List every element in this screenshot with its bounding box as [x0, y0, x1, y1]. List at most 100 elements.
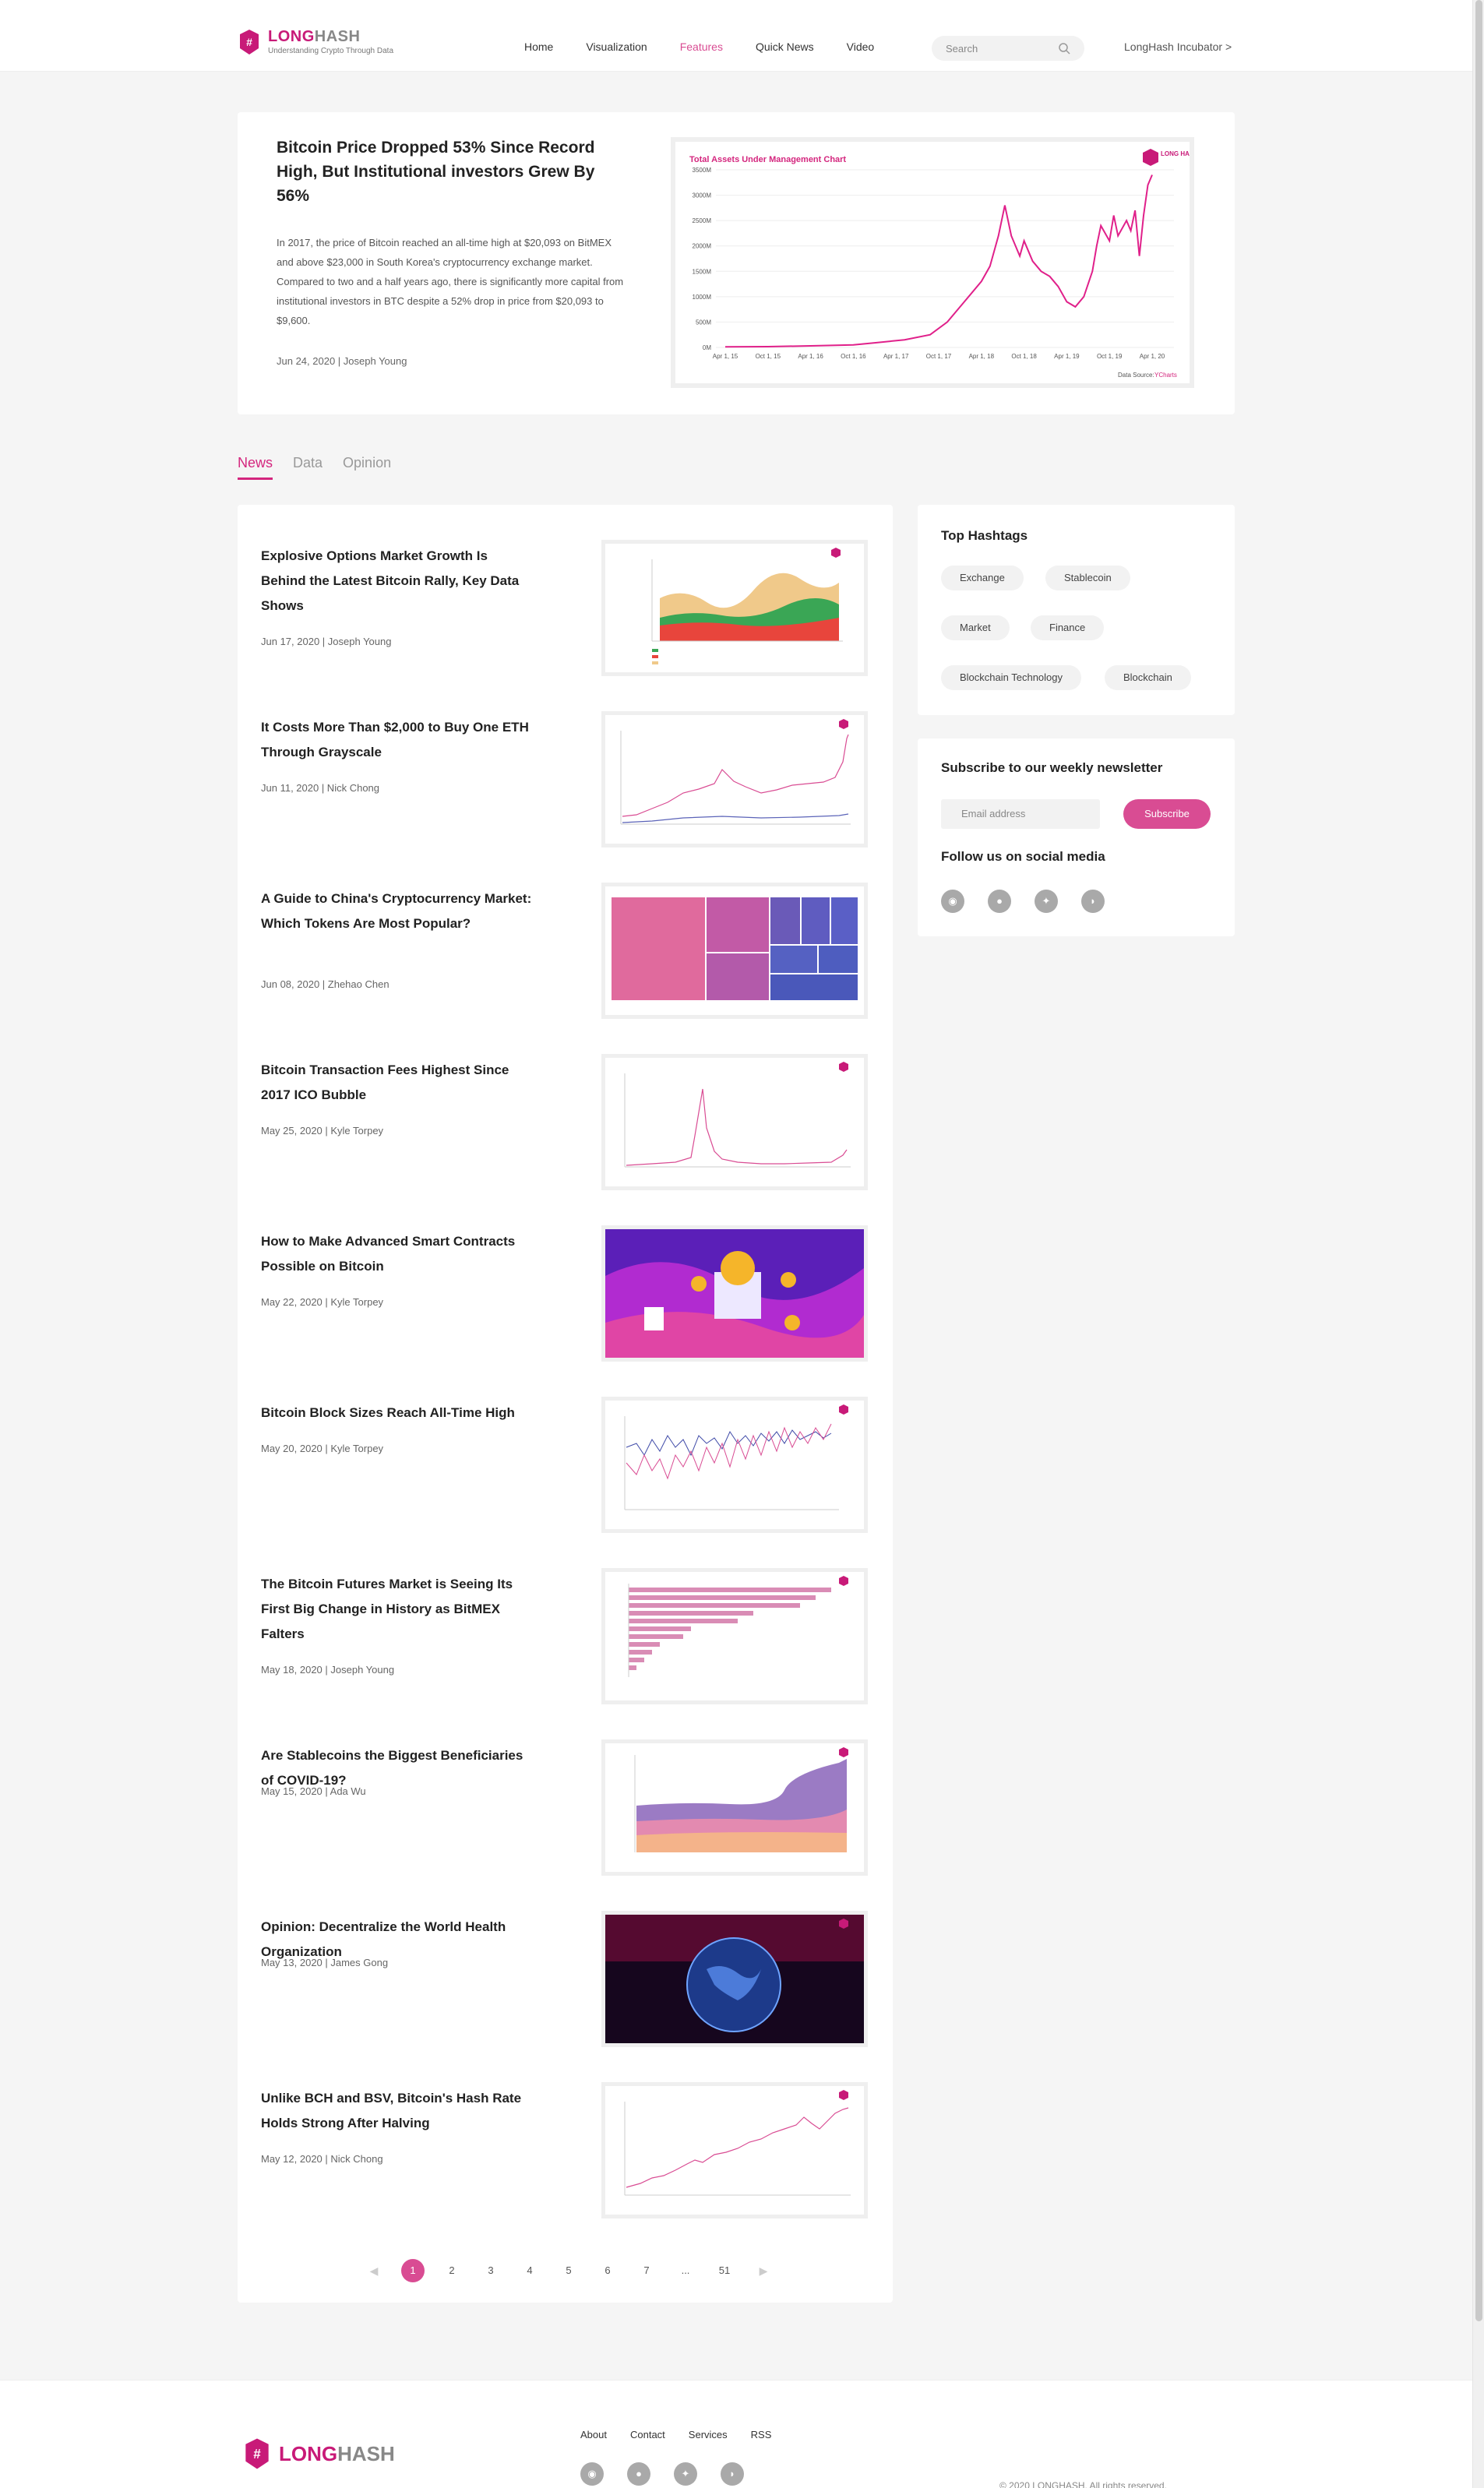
- article-meta: May 13, 2020 | James Gong: [261, 1957, 389, 1968]
- article-thumbnail[interactable]: [601, 1739, 868, 1876]
- article-thumbnail[interactable]: [601, 1911, 868, 2047]
- footer-rss[interactable]: RSS: [751, 2429, 772, 2440]
- nav-features[interactable]: Features: [680, 41, 723, 53]
- article-thumbnail[interactable]: [601, 1225, 868, 1362]
- featured-chart-image[interactable]: Total Assets Under Management Chart LONG…: [671, 137, 1198, 388]
- list-item[interactable]: Explosive Options Market Growth Is Behin…: [261, 505, 876, 676]
- hashtag-blockchain-technology[interactable]: Blockchain Technology: [941, 665, 1082, 690]
- y-tick-label: 1500M: [693, 268, 712, 275]
- page-2[interactable]: 2: [440, 2259, 464, 2282]
- list-item[interactable]: It Costs More Than $2,000 to Buy One ETH…: [261, 676, 876, 848]
- content-tabs: News Data Opinion: [238, 455, 411, 480]
- list-item[interactable]: How to Make Advanced Smart Contracts Pos…: [261, 1190, 876, 1362]
- rss-icon[interactable]: ◗: [1081, 890, 1105, 913]
- subscribe-button[interactable]: Subscribe: [1123, 799, 1211, 829]
- article-title[interactable]: Bitcoin Transaction Fees Highest Since 2…: [261, 1058, 534, 1108]
- hashtag-stablecoin[interactable]: Stablecoin: [1045, 566, 1130, 590]
- page-1[interactable]: 1: [401, 2259, 425, 2282]
- weibo-icon[interactable]: ◉: [941, 890, 964, 913]
- x-tick-label: Apr 1, 18: [969, 353, 995, 360]
- wechat-icon[interactable]: ●: [627, 2462, 650, 2486]
- tab-data[interactable]: Data: [293, 455, 323, 480]
- list-item[interactable]: A Guide to China's Cryptocurrency Market…: [261, 848, 876, 1019]
- list-item[interactable]: Bitcoin Transaction Fees Highest Since 2…: [261, 1019, 876, 1190]
- weibo-icon[interactable]: ◉: [580, 2462, 604, 2486]
- page-ellipsis: ...: [681, 2264, 690, 2276]
- eth-grayscale-chart: [620, 719, 851, 825]
- article-title[interactable]: It Costs More Than $2,000 to Buy One ETH…: [261, 715, 534, 765]
- rss-icon[interactable]: ◗: [721, 2462, 744, 2486]
- scrollbar-thumb[interactable]: [1475, 0, 1482, 2321]
- email-field[interactable]: Email address: [941, 799, 1100, 829]
- footer-about[interactable]: About: [580, 2429, 607, 2440]
- block-size-chart: [624, 1404, 848, 1510]
- x-tick-label: Oct 1, 16: [841, 353, 866, 360]
- article-thumbnail[interactable]: [601, 1054, 868, 1190]
- list-item[interactable]: Are Stablecoins the Biggest Beneficiarie…: [261, 1704, 876, 1876]
- article-thumbnail[interactable]: [601, 883, 868, 1019]
- article-meta: May 15, 2020 | Ada Wu: [261, 1785, 366, 1797]
- logo-text-long: LONG: [268, 28, 315, 45]
- nav-video[interactable]: Video: [847, 41, 875, 53]
- incubator-link[interactable]: LongHash Incubator >: [1124, 41, 1232, 53]
- stablecoin-area-chart: [634, 1747, 848, 1852]
- footer-logo-icon: #: [245, 2438, 269, 2469]
- article-title[interactable]: The Bitcoin Futures Market is Seeing Its…: [261, 1572, 534, 1647]
- page-6[interactable]: 6: [596, 2259, 619, 2282]
- hashtag-exchange[interactable]: Exchange: [941, 566, 1024, 590]
- x-tick-label: Oct 1, 15: [756, 353, 781, 360]
- article-meta: Jun 11, 2020 | Nick Chong: [261, 782, 380, 794]
- article-title[interactable]: A Guide to China's Cryptocurrency Market…: [261, 886, 534, 936]
- prev-page-icon[interactable]: ◀: [362, 2259, 386, 2282]
- twitter-icon[interactable]: ✦: [1035, 890, 1058, 913]
- list-item[interactable]: The Bitcoin Futures Market is Seeing Its…: [261, 1533, 876, 1704]
- nav-home[interactable]: Home: [524, 41, 553, 53]
- nav-visualization[interactable]: Visualization: [586, 41, 647, 53]
- x-tick-label: Oct 1, 18: [1011, 353, 1037, 360]
- footer-contact[interactable]: Contact: [630, 2429, 665, 2440]
- wechat-icon[interactable]: ●: [988, 890, 1011, 913]
- twitter-icon[interactable]: ✦: [674, 2462, 697, 2486]
- page-51[interactable]: 51: [713, 2259, 736, 2282]
- footer-links: About Contact Services RSS: [580, 2429, 795, 2440]
- article-title[interactable]: Unlike BCH and BSV, Bitcoin's Hash Rate …: [261, 2086, 534, 2136]
- chart-logo-icon: [1143, 149, 1158, 166]
- list-item[interactable]: Unlike BCH and BSV, Bitcoin's Hash Rate …: [261, 2047, 876, 2218]
- page-7[interactable]: 7: [635, 2259, 658, 2282]
- hash-rate-chart: [624, 2090, 851, 2196]
- tab-opinion[interactable]: Opinion: [343, 455, 391, 480]
- search-icon[interactable]: [1058, 42, 1070, 55]
- article-title[interactable]: Bitcoin Block Sizes Reach All-Time High: [261, 1401, 534, 1425]
- article-meta: May 18, 2020 | Joseph Young: [261, 1664, 395, 1676]
- tab-news[interactable]: News: [238, 455, 273, 480]
- site-footer: # LONGHASH About Contact Services RSS ◉ …: [0, 2380, 1472, 2488]
- article-thumbnail[interactable]: [601, 540, 868, 676]
- nav-quick-news[interactable]: Quick News: [756, 41, 814, 53]
- page-5[interactable]: 5: [557, 2259, 580, 2282]
- page-4[interactable]: 4: [518, 2259, 541, 2282]
- article-thumbnail[interactable]: [601, 2082, 868, 2218]
- list-item[interactable]: Bitcoin Block Sizes Reach All-Time High …: [261, 1362, 876, 1533]
- article-thumbnail[interactable]: [601, 1568, 868, 1704]
- footer-logo[interactable]: # LONGHASH: [240, 2437, 395, 2471]
- hashtag-market[interactable]: Market: [941, 615, 1010, 640]
- hashtag-finance[interactable]: Finance: [1031, 615, 1105, 640]
- logo[interactable]: # LONGHASH Understanding Crypto Through …: [235, 28, 393, 56]
- aum-chart: Total Assets Under Management Chart LONG…: [689, 149, 1198, 379]
- featured-title[interactable]: Bitcoin Price Dropped 53% Since Record H…: [277, 136, 612, 208]
- scrollbar[interactable]: [1472, 0, 1484, 2488]
- hashtag-blockchain[interactable]: Blockchain: [1105, 665, 1191, 690]
- search-input[interactable]: Search: [932, 36, 1084, 61]
- next-page-icon[interactable]: ▶: [752, 2259, 775, 2282]
- article-thumbnail[interactable]: [601, 711, 868, 848]
- page-3[interactable]: 3: [479, 2259, 502, 2282]
- featured-article[interactable]: Bitcoin Price Dropped 53% Since Record H…: [238, 112, 1235, 414]
- transaction-fee-chart: [624, 1062, 851, 1168]
- article-title[interactable]: Explosive Options Market Growth Is Behin…: [261, 544, 534, 618]
- footer-services[interactable]: Services: [689, 2429, 728, 2440]
- article-title[interactable]: How to Make Advanced Smart Contracts Pos…: [261, 1229, 534, 1279]
- article-thumbnail[interactable]: [601, 1397, 868, 1533]
- footer-logo-long: LONG: [279, 2441, 338, 2465]
- tagline: Understanding Crypto Through Data: [268, 47, 394, 55]
- list-item[interactable]: Opinion: Decentralize the World Health O…: [261, 1876, 876, 2047]
